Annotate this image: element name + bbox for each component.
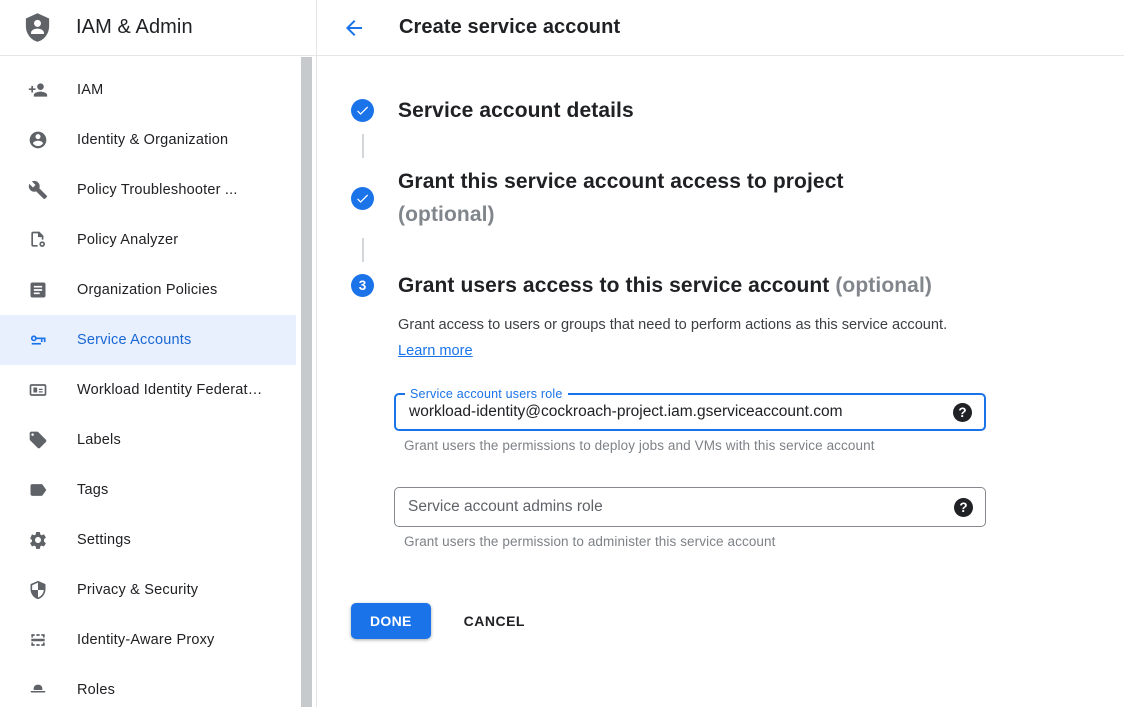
help-icon[interactable]: ? bbox=[953, 403, 972, 422]
sidebar-item-labels[interactable]: Labels bbox=[0, 415, 296, 465]
cancel-button[interactable]: CANCEL bbox=[464, 613, 525, 629]
help-icon[interactable]: ? bbox=[954, 498, 973, 517]
person-add-icon bbox=[28, 80, 48, 100]
sidebar-item-label: Identity-Aware Proxy bbox=[77, 632, 215, 648]
step-1-title: Service account details bbox=[398, 94, 634, 127]
step-2-title: Grant this service account access to pro… bbox=[398, 165, 844, 231]
admins-role-helper-text: Grant users the permission to administer… bbox=[404, 534, 986, 549]
step-3-title-text: Grant users access to this service accou… bbox=[398, 274, 829, 297]
admins-role-input[interactable] bbox=[395, 488, 985, 526]
step-2-optional-text: (optional) bbox=[398, 198, 844, 231]
step-3-description-text: Grant access to users or groups that nee… bbox=[398, 317, 947, 333]
workload-identity-icon bbox=[28, 380, 48, 400]
step-3-title: Grant users access to this service accou… bbox=[398, 269, 932, 302]
back-button[interactable] bbox=[342, 16, 366, 40]
users-role-field-label: Service account users role bbox=[405, 386, 568, 403]
sidebar-item-policy-troubleshooter[interactable]: Policy Troubleshooter ... bbox=[0, 165, 296, 215]
sidebar-item-label: Privacy & Security bbox=[77, 582, 198, 598]
sidebar-item-iam[interactable]: IAM bbox=[0, 65, 296, 115]
identity-aware-proxy-icon bbox=[28, 630, 48, 650]
step-connector bbox=[362, 238, 364, 262]
app-window: IAM & Admin IAM Identity & Organization … bbox=[0, 0, 1124, 707]
users-role-helper-text: Grant users the permissions to deploy jo… bbox=[404, 438, 986, 453]
check-icon bbox=[351, 187, 374, 210]
sidebar-item-label: Labels bbox=[77, 432, 121, 448]
sidebar-item-policy-analyzer[interactable]: Policy Analyzer bbox=[0, 215, 296, 265]
sidebar-item-label: Identity & Organization bbox=[77, 132, 228, 148]
step-3-description: Grant access to users or groups that nee… bbox=[398, 313, 954, 364]
done-button[interactable]: DONE bbox=[351, 603, 431, 639]
sidebar-item-privacy-security[interactable]: Privacy & Security bbox=[0, 565, 296, 615]
service-accounts-icon bbox=[28, 330, 48, 350]
sidebar-item-identity-aware-proxy[interactable]: Identity-Aware Proxy bbox=[0, 615, 296, 665]
sidebar-item-identity-organization[interactable]: Identity & Organization bbox=[0, 115, 296, 165]
sidebar-item-tags[interactable]: Tags bbox=[0, 465, 296, 515]
wizard-actions: DONE CANCEL bbox=[351, 603, 1100, 639]
sidebar-nav: IAM Identity & Organization Policy Troub… bbox=[0, 56, 316, 707]
arrow-back-icon bbox=[342, 16, 366, 40]
sidebar: IAM & Admin IAM Identity & Organization … bbox=[0, 0, 317, 707]
step-3-optional-text: (optional) bbox=[835, 274, 932, 297]
check-icon bbox=[351, 99, 374, 122]
shield-person-icon bbox=[21, 12, 53, 44]
wizard: Service account details Grant this servi… bbox=[317, 56, 1124, 639]
sidebar-item-label: Service Accounts bbox=[77, 332, 191, 348]
step-3-fields: Service account users role ? Grant users… bbox=[394, 393, 986, 549]
users-role-field: Service account users role ? bbox=[394, 393, 986, 431]
main-content: Create service account Service account d… bbox=[317, 0, 1124, 707]
account-circle-icon bbox=[28, 130, 48, 150]
step-1-title-text: Service account details bbox=[398, 99, 634, 122]
sidebar-header: IAM & Admin bbox=[0, 0, 316, 56]
topbar: Create service account bbox=[317, 0, 1124, 56]
page-title: Create service account bbox=[399, 16, 620, 39]
label-icon bbox=[28, 430, 48, 450]
admins-role-field: ? bbox=[394, 487, 986, 527]
sidebar-item-roles[interactable]: Roles bbox=[0, 665, 296, 707]
sidebar-item-service-accounts[interactable]: Service Accounts bbox=[0, 315, 296, 365]
learn-more-link[interactable]: Learn more bbox=[398, 343, 473, 359]
sidebar-item-label: Roles bbox=[77, 682, 115, 698]
sidebar-item-organization-policies[interactable]: Organization Policies bbox=[0, 265, 296, 315]
step-1-service-account-details[interactable]: Service account details bbox=[351, 94, 1100, 127]
sidebar-item-settings[interactable]: Settings bbox=[0, 515, 296, 565]
product-title: IAM & Admin bbox=[76, 16, 193, 39]
sidebar-item-label: Organization Policies bbox=[77, 282, 217, 298]
step-connector bbox=[362, 134, 364, 158]
sidebar-item-label: Policy Troubleshooter ... bbox=[77, 182, 238, 198]
step-2-grant-access-to-project[interactable]: Grant this service account access to pro… bbox=[351, 165, 1100, 231]
sidebar-item-label: Tags bbox=[77, 482, 108, 498]
sidebar-item-label: Settings bbox=[77, 532, 131, 548]
policy-analyzer-icon bbox=[28, 230, 48, 250]
sidebar-item-workload-identity-federation[interactable]: Workload Identity Federat… bbox=[0, 365, 296, 415]
sidebar-item-label: IAM bbox=[77, 82, 103, 98]
organization-policies-icon bbox=[28, 280, 48, 300]
wrench-icon bbox=[28, 180, 48, 200]
step-2-title-text: Grant this service account access to pro… bbox=[398, 170, 844, 193]
step-3-number-badge: 3 bbox=[351, 274, 374, 297]
gear-icon bbox=[28, 530, 48, 550]
sidebar-scrollbar[interactable] bbox=[301, 57, 312, 707]
shield-icon bbox=[28, 580, 48, 600]
tag-icon bbox=[28, 480, 48, 500]
sidebar-item-label: Workload Identity Federat… bbox=[77, 382, 262, 398]
step-3-grant-users-access: 3 Grant users access to this service acc… bbox=[351, 269, 1100, 302]
roles-hat-icon bbox=[28, 680, 48, 700]
sidebar-item-label: Policy Analyzer bbox=[77, 232, 178, 248]
